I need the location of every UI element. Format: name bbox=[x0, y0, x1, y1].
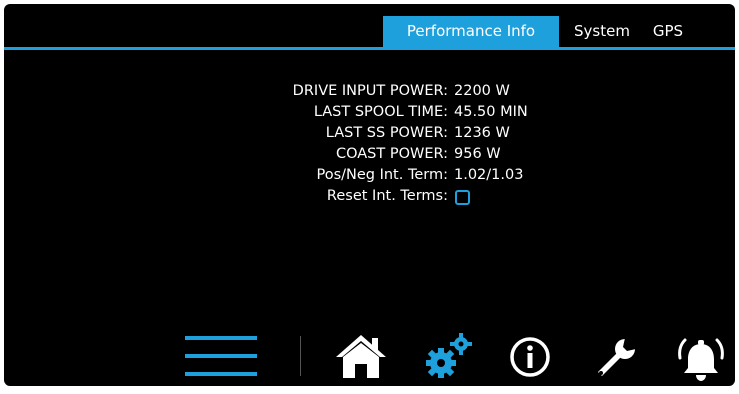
drive-input-power-label: DRIVE INPUT POWER: bbox=[292, 83, 448, 99]
device-screen: Performance Info System GPS DRIVE INPUT … bbox=[4, 4, 735, 386]
reset-int-terms-checkbox[interactable] bbox=[455, 190, 470, 205]
last-ss-power-value: 1236 W bbox=[454, 125, 510, 141]
nav-divider bbox=[300, 336, 301, 376]
info-icon bbox=[510, 337, 550, 377]
last-spool-time-row: LAST SPOOL TIME: 45.50 MIN bbox=[4, 104, 735, 125]
reset-int-terms-row: Reset Int. Terms: bbox=[4, 188, 735, 209]
drive-input-power-row: DRIVE INPUT POWER: 2200 W bbox=[4, 83, 735, 104]
int-term-label: Pos/Neg Int. Term: bbox=[316, 167, 448, 183]
alarm-button[interactable] bbox=[675, 332, 727, 384]
last-ss-power-label: LAST SS POWER: bbox=[325, 125, 448, 141]
bottom-nav bbox=[4, 324, 735, 386]
settings-button[interactable] bbox=[424, 332, 474, 382]
last-spool-time-value: 45.50 MIN bbox=[454, 104, 528, 120]
menu-icon bbox=[185, 336, 257, 376]
tab-performance-info[interactable]: Performance Info bbox=[383, 16, 559, 47]
wrench-icon bbox=[598, 338, 636, 376]
coast-power-label: COAST POWER: bbox=[335, 146, 448, 162]
alarm-bell-icon bbox=[678, 338, 724, 381]
home-icon bbox=[336, 335, 386, 378]
reset-int-terms-label: Reset Int. Terms: bbox=[326, 188, 448, 204]
menu-button[interactable] bbox=[185, 336, 257, 378]
tab-gps[interactable]: GPS bbox=[643, 16, 693, 47]
drive-input-power-value: 2200 W bbox=[454, 83, 510, 99]
info-button[interactable] bbox=[509, 336, 551, 378]
performance-info-panel: DRIVE INPUT POWER: 2200 W LAST SPOOL TIM… bbox=[4, 83, 735, 209]
gears-icon bbox=[426, 333, 472, 378]
tab-system[interactable]: System bbox=[564, 16, 640, 47]
home-button[interactable] bbox=[334, 332, 388, 380]
coast-power-row: COAST POWER: 956 W bbox=[4, 146, 735, 167]
tab-bar: Performance Info System GPS bbox=[4, 16, 735, 50]
last-ss-power-row: LAST SS POWER: 1236 W bbox=[4, 125, 735, 146]
coast-power-value: 956 W bbox=[454, 146, 501, 162]
tab-underline bbox=[4, 47, 735, 50]
tools-button[interactable] bbox=[594, 336, 638, 380]
int-term-row: Pos/Neg Int. Term: 1.02/1.03 bbox=[4, 167, 735, 188]
int-term-value: 1.02/1.03 bbox=[454, 167, 524, 183]
last-spool-time-label: LAST SPOOL TIME: bbox=[313, 104, 448, 120]
